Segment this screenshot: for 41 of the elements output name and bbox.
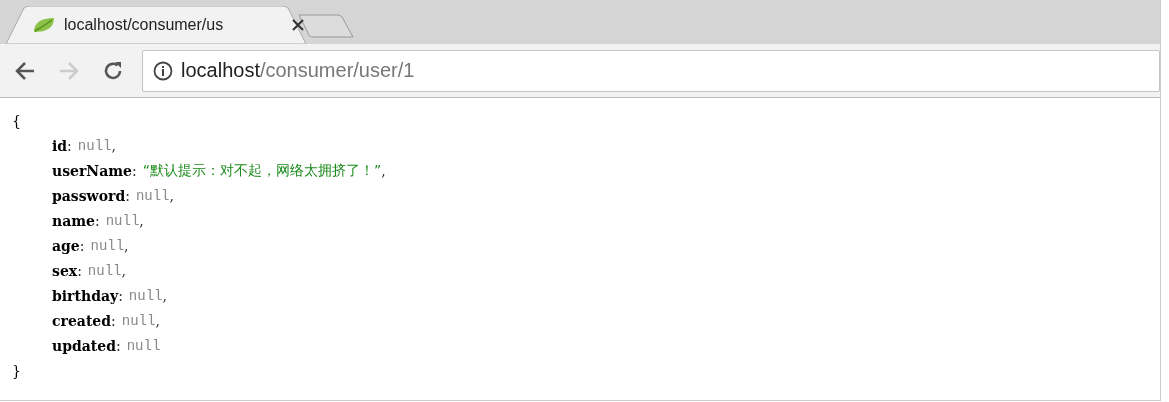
close-brace: } [12,362,21,379]
json-key: userName [52,162,132,179]
json-key: updated [52,337,116,354]
colon: : [79,237,85,254]
comma: , [121,262,126,279]
json-value: null [126,337,161,354]
colon: : [118,287,123,304]
info-icon[interactable] [153,60,173,81]
active-tab[interactable] [6,6,306,44]
json-value: null [77,137,112,154]
json-value: null [135,187,170,204]
comma: , [169,187,174,204]
address-field[interactable]: localhost/consumer/user/1 [142,49,1160,92]
url-text: localhost/consumer/user/1 [181,59,415,82]
json-key: birthday [52,287,119,304]
leaf-icon [32,16,56,34]
colon: : [95,212,100,229]
colon: : [116,337,121,354]
colon: : [125,187,130,204]
json-value: null [128,287,163,304]
comma: , [381,162,386,179]
json-value: “默认提示：对不起，网络太拥挤了！” [142,161,382,180]
comma: , [124,237,129,254]
colon: : [77,262,82,279]
close-icon[interactable] [292,19,304,31]
comma: , [139,212,144,229]
json-key: age [52,237,80,254]
colon: : [111,312,116,329]
comma: , [111,137,116,154]
comma: , [162,287,167,304]
tab-title: localhost/consumer/us [64,16,225,34]
json-key: password [52,187,126,204]
json-key: sex [52,262,78,279]
json-value: null [121,312,156,329]
json-value: null [105,212,140,229]
colon: : [131,162,137,179]
comma: , [155,312,160,329]
colon: : [67,137,72,154]
json-key: name [52,212,95,229]
open-brace: { [12,112,21,129]
json-value: null [87,262,122,279]
